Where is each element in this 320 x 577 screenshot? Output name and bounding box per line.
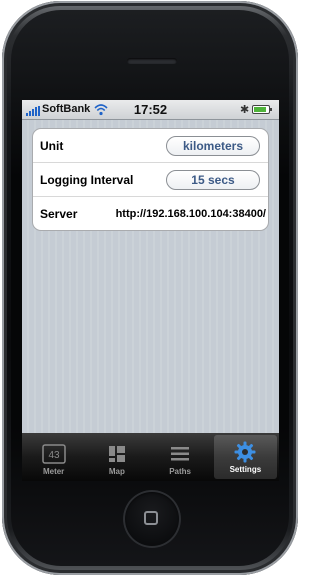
list-icon bbox=[168, 443, 192, 465]
logging-interval-picker-button[interactable]: 15 secs bbox=[166, 169, 260, 190]
unit-picker-button[interactable]: kilometers bbox=[166, 135, 260, 156]
home-button[interactable] bbox=[123, 490, 181, 548]
meter-icon: 43 bbox=[41, 443, 66, 465]
row-label: Unit bbox=[40, 138, 64, 153]
settings-row-unit[interactable]: Unit kilometers bbox=[33, 129, 268, 163]
row-label: Logging Interval bbox=[40, 172, 134, 187]
battery-icon bbox=[252, 105, 272, 114]
tab-meter[interactable]: 43 Meter bbox=[22, 433, 85, 481]
tab-paths[interactable]: Paths bbox=[149, 433, 212, 481]
settings-row-server[interactable]: Server http://192.168.100.104:38400/ bbox=[33, 197, 268, 230]
gear-icon bbox=[233, 441, 257, 463]
tab-label: Map bbox=[108, 467, 125, 476]
server-url-field[interactable]: http://192.168.100.104:38400/ bbox=[116, 208, 266, 220]
bluetooth-icon: ✱ bbox=[240, 104, 250, 116]
screen: SoftBank 17:52 ✱ Unit kilometers Logging… bbox=[22, 100, 279, 481]
map-icon bbox=[105, 443, 129, 465]
tab-map[interactable]: Map bbox=[85, 433, 148, 481]
settings-group: Unit kilometers Logging Interval 15 secs… bbox=[32, 128, 269, 231]
row-label: Server bbox=[40, 206, 78, 221]
tab-settings[interactable]: Settings bbox=[213, 435, 277, 479]
status-bar: SoftBank 17:52 ✱ bbox=[22, 100, 279, 120]
tab-label: Paths bbox=[169, 467, 192, 476]
tab-label: Settings bbox=[229, 465, 262, 474]
tab-bar: 43 Meter Map Paths Settings bbox=[22, 433, 279, 481]
tab-label: Meter bbox=[42, 467, 65, 476]
earpiece-speaker bbox=[127, 58, 177, 64]
settings-row-logging-interval[interactable]: Logging Interval 15 secs bbox=[33, 163, 268, 197]
home-button-icon bbox=[144, 511, 158, 525]
svg-text:43: 43 bbox=[48, 450, 60, 461]
